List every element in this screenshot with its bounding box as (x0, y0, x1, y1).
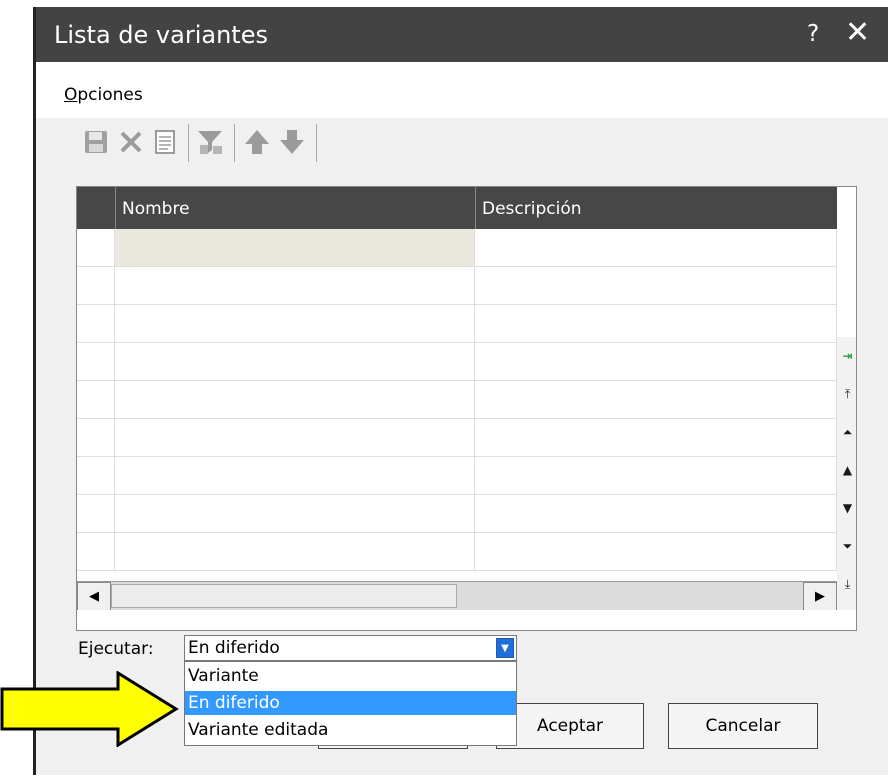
document-icon[interactable] (149, 126, 181, 158)
scroll-thumb[interactable] (111, 584, 457, 608)
table-row[interactable] (77, 457, 837, 495)
ejecutar-select[interactable]: En diferido ▼ (184, 635, 517, 661)
table-row[interactable] (77, 419, 837, 457)
page-up-icon[interactable]: ⏶ (837, 413, 856, 451)
toolbar-separator (188, 124, 189, 162)
cell-descripcion[interactable] (475, 229, 837, 266)
cell-descripcion[interactable] (475, 533, 837, 570)
vertical-navigator: ⇥ ⤒ ⏶ ▲ ▼ ⏷ ⤓ (837, 187, 856, 630)
cell-nombre[interactable] (115, 229, 475, 266)
title-bar: Lista de variantes ? ✕ (36, 7, 888, 62)
dialog-title: Lista de variantes (54, 21, 268, 49)
page-down-icon[interactable]: ⏷ (837, 527, 856, 565)
column-descripcion[interactable]: Descripción (475, 187, 837, 229)
table-row[interactable] (77, 229, 837, 267)
scroll-left-button[interactable]: ◀ (77, 582, 111, 611)
cell-descripcion[interactable] (475, 381, 837, 418)
variants-grid: Nombre Descripción ⇥ ⤒ ⏶ ▲ ▼ ⏷ ⤓ ◀ ▶ (76, 186, 857, 631)
cell-nombre[interactable] (115, 495, 475, 532)
scroll-right-icon: ▶ (815, 589, 825, 604)
menu-opciones[interactable]: Opciones (64, 85, 143, 105)
up-icon[interactable]: ▲ (837, 451, 856, 489)
cell-descripcion[interactable] (475, 343, 837, 380)
menu-opciones-label: pciones (77, 85, 143, 105)
row-selector[interactable] (77, 419, 115, 456)
row-selector[interactable] (77, 457, 115, 494)
ejecutar-label: Ejecutar: (78, 639, 154, 659)
filter-icon[interactable] (194, 126, 226, 158)
toolbar-separator (316, 124, 317, 162)
cell-nombre[interactable] (115, 381, 475, 418)
dialog-body: Opciones Nombre Descripción ⇥ ⤒ ⏶ ▲ ▼ ⏷ … (36, 62, 888, 775)
move-down-icon[interactable] (276, 126, 308, 158)
scroll-right-button[interactable]: ▶ (803, 582, 837, 611)
cell-nombre[interactable] (115, 343, 475, 380)
row-selector[interactable] (77, 495, 115, 532)
row-selector[interactable] (77, 305, 115, 342)
delete-icon[interactable] (115, 126, 147, 158)
row-selector[interactable] (77, 533, 115, 570)
row-selector[interactable] (77, 343, 115, 380)
table-row[interactable] (77, 343, 837, 381)
accept-button[interactable]: Aceptar (496, 703, 644, 749)
last-icon[interactable]: ⤓ (837, 565, 856, 603)
grid-header: Nombre Descripción (77, 187, 837, 229)
dropdown-option[interactable]: Variante (185, 664, 516, 688)
menu-bar: Opciones (36, 62, 888, 118)
navigator-blank (837, 187, 856, 337)
cell-descripcion[interactable] (475, 495, 837, 532)
row-selector-header (77, 187, 115, 229)
toolbar-separator (234, 124, 235, 162)
row-selector[interactable] (77, 229, 115, 266)
horizontal-scrollbar[interactable]: ◀ ▶ (77, 581, 837, 611)
ejecutar-value: En diferido (188, 638, 280, 658)
cell-descripcion[interactable] (475, 305, 837, 342)
help-button[interactable]: ? (807, 21, 819, 47)
move-up-icon[interactable] (241, 126, 273, 158)
annotation-arrow-icon (0, 671, 179, 747)
cell-descripcion[interactable] (475, 419, 837, 456)
dropdown-option[interactable]: En diferido (185, 691, 516, 715)
cancel-button[interactable]: Cancelar (668, 703, 818, 749)
down-icon[interactable]: ▼ (837, 489, 856, 527)
row-selector[interactable] (77, 381, 115, 418)
dropdown-option[interactable]: Variante editada (185, 718, 516, 742)
column-nombre[interactable]: Nombre (115, 187, 475, 229)
goto-icon[interactable]: ⇥ (837, 337, 856, 375)
row-selector[interactable] (77, 267, 115, 304)
table-row[interactable] (77, 381, 837, 419)
cell-nombre[interactable] (115, 267, 475, 304)
variants-dialog: Lista de variantes ? ✕ Opciones Nombre D… (33, 7, 888, 775)
close-button[interactable]: ✕ (845, 15, 870, 50)
cell-nombre[interactable] (115, 419, 475, 456)
cell-nombre[interactable] (115, 457, 475, 494)
table-row[interactable] (77, 305, 837, 343)
table-row[interactable] (77, 495, 837, 533)
cell-descripcion[interactable] (475, 457, 837, 494)
table-row[interactable] (77, 533, 837, 571)
first-icon[interactable]: ⤒ (837, 375, 856, 413)
cell-nombre[interactable] (115, 533, 475, 570)
ejecutar-dropdown-list: Variante En diferido Variante editada (184, 661, 517, 746)
table-row[interactable] (77, 267, 837, 305)
save-icon[interactable] (80, 126, 112, 158)
scroll-left-icon: ◀ (89, 589, 99, 604)
menu-opciones-mnemonic: O (64, 85, 78, 105)
toolbar (36, 118, 888, 174)
grid-footer (77, 610, 856, 630)
cell-nombre[interactable] (115, 305, 475, 342)
chevron-down-icon[interactable]: ▼ (496, 638, 514, 658)
cell-descripcion[interactable] (475, 267, 837, 304)
